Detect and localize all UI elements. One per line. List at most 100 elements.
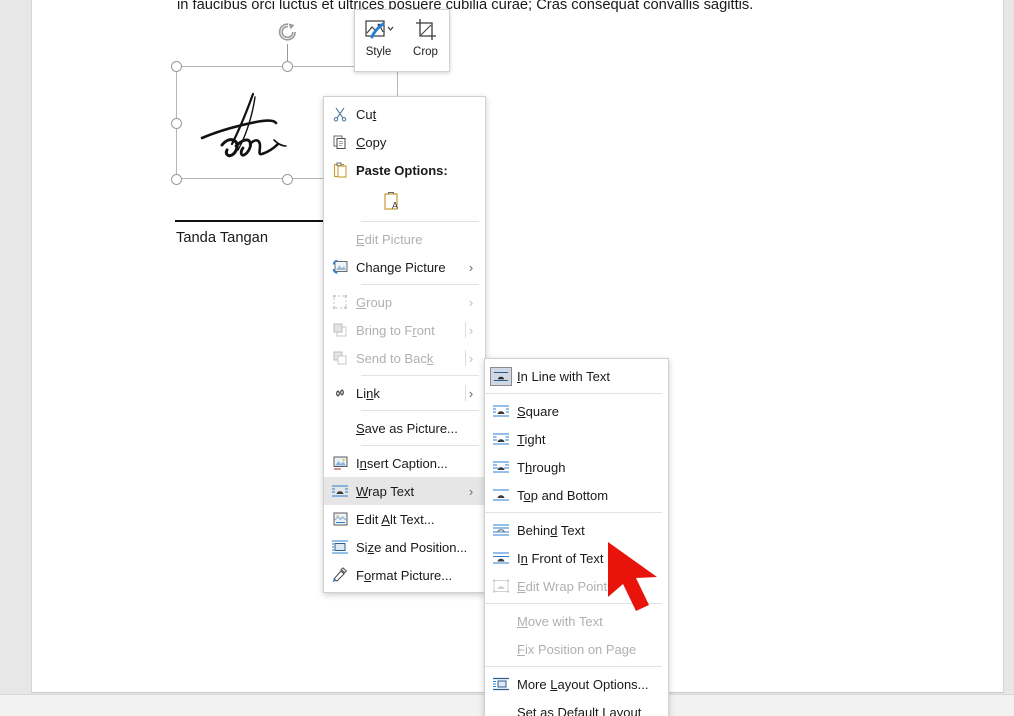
submenu-item-in-line-with-text-label: In Line with Text (517, 368, 610, 384)
left-margin-strip (0, 0, 31, 694)
wrap-tight-icon (485, 425, 517, 453)
signature-caption: Tanda Tangan (176, 230, 269, 246)
copy-icon (324, 128, 356, 156)
menu-item-copy[interactable]: Copy (324, 128, 485, 156)
submenu-item-in-front-of-text-label: In Front of Text (517, 550, 604, 566)
crop-icon (414, 16, 438, 44)
submenu-item-in-front-of-text[interactable]: In Front of Text (485, 544, 668, 572)
wrap-top-bottom-icon (485, 481, 517, 509)
menu-item-edit-alt-text[interactable]: Edit Alt Text... (324, 505, 485, 533)
menu-item-send-to-back: Send to Back › (324, 344, 485, 372)
submenu-item-edit-wrap-points-label: Edit Wrap Points (517, 578, 614, 594)
menu-item-size-and-position-label: Size and Position... (356, 539, 468, 555)
menu-item-bring-to-front-label: Bring to Front (356, 322, 435, 338)
clipboard-icon (324, 156, 356, 184)
resize-handle-bottom-left[interactable] (171, 174, 182, 185)
picture-mini-toolbar[interactable]: Style Crop (354, 9, 450, 72)
save-as-picture-icon-placeholder (324, 414, 356, 442)
menu-arrow-divider (465, 322, 466, 338)
menu-separator (361, 284, 479, 285)
menu-item-copy-label: Copy (356, 134, 387, 150)
menu-item-edit-picture-label: Edit Picture (356, 231, 423, 247)
submenu-item-behind-text-label: Behind Text (517, 522, 585, 538)
menu-separator (361, 410, 479, 411)
menu-item-change-picture[interactable]: Change Picture › (324, 253, 485, 281)
picture-context-menu[interactable]: Cut Copy Paste Options: A Edit Picture C… (323, 96, 486, 593)
wrap-inline-icon (485, 362, 517, 390)
submenu-item-tight[interactable]: Tight (485, 425, 668, 453)
submenu-item-edit-wrap-points: Edit Wrap Points (485, 572, 668, 600)
submenu-separator (485, 666, 662, 667)
menu-item-cut[interactable]: Cut (324, 100, 485, 128)
menu-item-edit-picture: Edit Picture (324, 225, 485, 253)
submenu-item-set-as-default-layout[interactable]: Set as Default Layout (485, 698, 668, 716)
edit-wrap-points-icon (485, 572, 517, 600)
insert-caption-icon (324, 449, 356, 477)
fix-position-icon-placeholder (485, 635, 517, 663)
submenu-item-square[interactable]: Square (485, 397, 668, 425)
edit-picture-icon-placeholder (324, 225, 356, 253)
group-icon (324, 288, 356, 316)
menu-separator (361, 221, 479, 222)
resize-handle-bottom-middle[interactable] (282, 174, 293, 185)
submenu-item-top-and-bottom[interactable]: Top and Bottom (485, 481, 668, 509)
bring-to-front-icon (324, 316, 356, 344)
mini-toolbar-style-label: Style (365, 46, 392, 58)
wrap-in-front-icon (485, 544, 517, 572)
resize-handle-middle-left[interactable] (171, 118, 182, 129)
submenu-item-square-label: Square (517, 403, 559, 419)
mini-toolbar-crop-button[interactable]: Crop (402, 16, 449, 58)
submenu-item-in-line-with-text[interactable]: In Line with Text (485, 362, 668, 390)
menu-item-edit-alt-text-label: Edit Alt Text... (356, 511, 435, 527)
paste-options-row[interactable]: A (324, 184, 485, 218)
submenu-item-behind-text[interactable]: Behind Text (485, 516, 668, 544)
chevron-right-icon: › (468, 294, 474, 310)
wrap-text-icon (324, 477, 356, 505)
menu-item-size-and-position[interactable]: Size and Position... (324, 533, 485, 561)
submenu-separator (485, 603, 662, 604)
size-position-icon (324, 533, 356, 561)
submenu-item-through-label: Through (517, 459, 566, 475)
menu-item-format-picture-label: Format Picture... (356, 567, 453, 583)
submenu-item-set-as-default-layout-label: Set as Default Layout (517, 704, 642, 716)
app-root: in faucibus orci luctus et ultrices posu… (0, 0, 1014, 716)
rotate-handle[interactable] (277, 21, 299, 43)
mini-toolbar-style-button[interactable]: Style (355, 16, 402, 58)
set-default-layout-icon-placeholder (485, 698, 517, 716)
menu-item-insert-caption[interactable]: Insert Caption... (324, 449, 485, 477)
menu-item-paste-options-label: Paste Options: (356, 162, 448, 178)
menu-item-group: Group › (324, 288, 485, 316)
submenu-separator (485, 393, 662, 394)
resize-handle-top-left[interactable] (171, 61, 182, 72)
chevron-right-icon: › (468, 259, 474, 275)
document-paragraph: in faucibus orci luctus et ultrices posu… (177, 0, 754, 13)
submenu-item-fix-position-on-page: Fix Position on Page (485, 635, 668, 663)
menu-item-save-as-picture-label: Save as Picture... (356, 420, 458, 436)
wrap-through-icon (485, 453, 517, 481)
submenu-item-more-layout-options[interactable]: More Layout Options... (485, 670, 668, 698)
menu-item-group-label: Group (356, 294, 393, 310)
signature-rule-line (175, 220, 337, 222)
signature-image[interactable] (198, 88, 318, 168)
wrap-text-submenu[interactable]: In Line with Text Square Tight Through T… (484, 358, 669, 716)
paste-keep-text-only-icon[interactable]: A (380, 188, 406, 214)
menu-item-link[interactable]: Link › (324, 379, 485, 407)
menu-item-format-picture[interactable]: Format Picture... (324, 561, 485, 589)
chevron-right-icon: › (468, 483, 474, 499)
change-picture-icon (324, 253, 356, 281)
menu-item-bring-to-front: Bring to Front › (324, 316, 485, 344)
menu-item-cut-label: Cut (356, 106, 377, 122)
menu-item-save-as-picture[interactable]: Save as Picture... (324, 414, 485, 442)
menu-separator (361, 375, 479, 376)
picture-style-icon (364, 16, 394, 44)
submenu-item-top-and-bottom-label: Top and Bottom (517, 487, 609, 503)
menu-item-send-to-back-label: Send to Back (356, 350, 434, 366)
wrap-square-icon (485, 397, 517, 425)
scissors-icon (324, 100, 356, 128)
menu-item-wrap-text[interactable]: Wrap Text › (324, 477, 485, 505)
send-to-back-icon (324, 344, 356, 372)
menu-arrow-divider (465, 350, 466, 366)
resize-handle-top-middle[interactable] (282, 61, 293, 72)
submenu-item-through[interactable]: Through (485, 453, 668, 481)
menu-item-insert-caption-label: Insert Caption... (356, 455, 448, 471)
